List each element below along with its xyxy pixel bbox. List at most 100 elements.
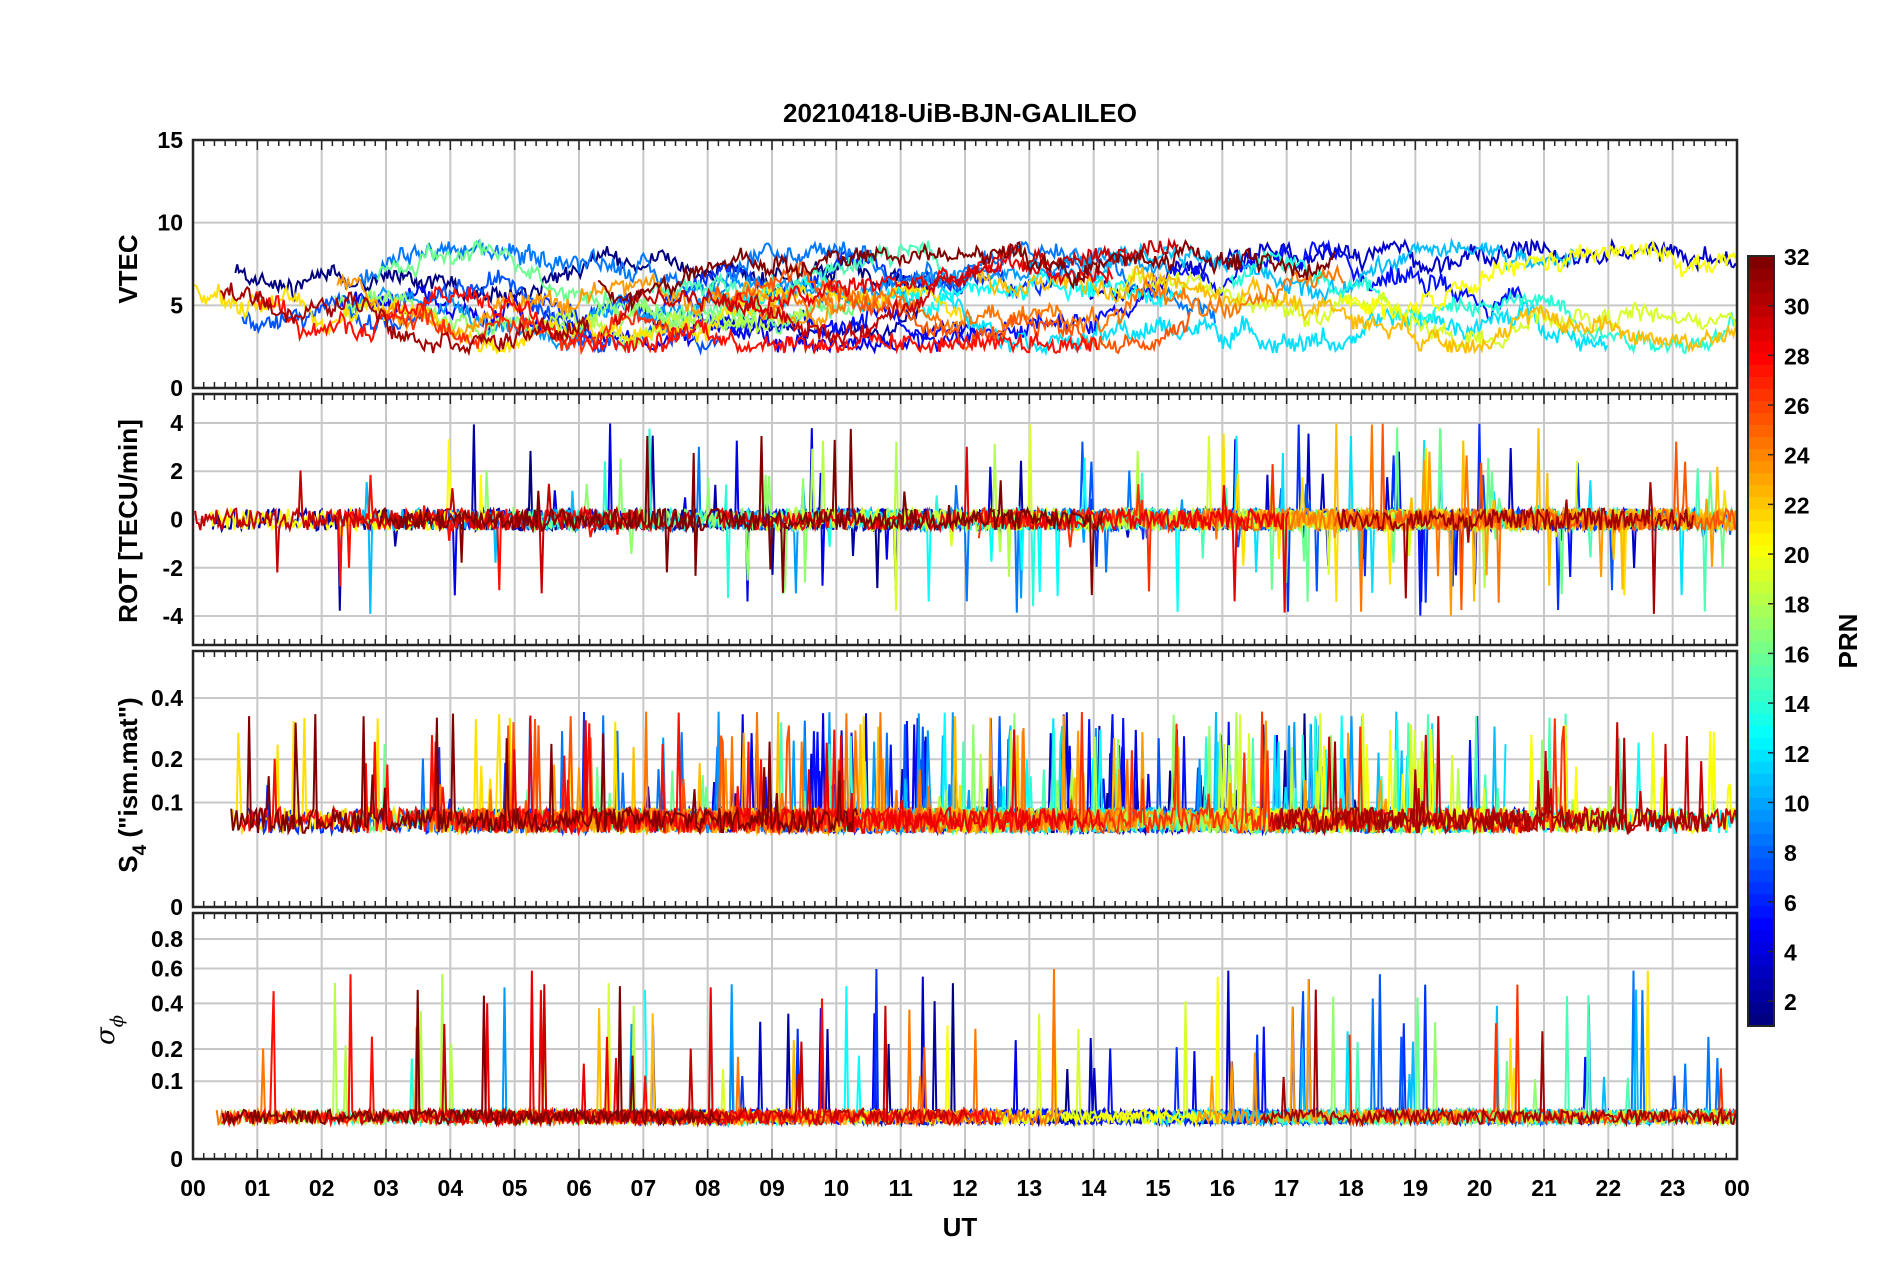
colorbar-band xyxy=(1748,616,1774,630)
x-tick-label: 02 xyxy=(309,1175,335,1201)
s4-label-sub: 4 xyxy=(130,844,151,855)
y-tick-label: 0.1 xyxy=(151,1068,183,1094)
y-tick-label: 0.6 xyxy=(151,955,183,981)
colorbar-band xyxy=(1748,1013,1774,1027)
y-tick-label: 0 xyxy=(170,375,183,401)
colorbar-band xyxy=(1748,713,1774,726)
y-tick-label: -4 xyxy=(163,603,184,629)
colorbar-band xyxy=(1748,737,1774,750)
colorbar-band xyxy=(1748,749,1774,762)
colorbar-bands xyxy=(1748,256,1774,1027)
x-axis-label: UT xyxy=(943,1212,978,1242)
colorbar-band xyxy=(1748,929,1774,943)
colorbar-band xyxy=(1748,653,1774,666)
chart-title: 20210418-UiB-BJN-GALILEO xyxy=(783,98,1137,128)
colorbar-tick-label: 28 xyxy=(1784,343,1810,369)
colorbar-band xyxy=(1748,316,1774,329)
y-tick-label: 0.1 xyxy=(151,789,183,815)
x-tick-label: 22 xyxy=(1596,1175,1622,1201)
colorbar-band xyxy=(1748,725,1774,738)
colorbar-tick-label: 30 xyxy=(1784,294,1810,320)
colorbar-label: PRN xyxy=(1833,614,1863,669)
y-tick-label: 0.2 xyxy=(151,746,183,772)
colorbar-band xyxy=(1748,496,1774,510)
y-tick-label: 0.8 xyxy=(151,926,183,952)
y-tick-label: 0 xyxy=(170,507,183,533)
colorbar-band xyxy=(1748,821,1774,835)
colorbar-band xyxy=(1748,797,1774,811)
colorbar-band xyxy=(1748,785,1774,799)
y-tick-label: -2 xyxy=(163,555,183,581)
colorbar-tick-label: 24 xyxy=(1784,443,1810,469)
x-tick-label: 16 xyxy=(1210,1175,1236,1201)
colorbar-band xyxy=(1748,641,1774,654)
colorbar-band xyxy=(1748,436,1774,450)
colorbar-band xyxy=(1748,833,1774,847)
sigma-label-sub: ϕ xyxy=(107,1015,128,1027)
x-tick-label: 19 xyxy=(1403,1175,1429,1201)
vtec-y-axis-label: VTEC xyxy=(113,234,143,304)
colorbar-tick-label: 14 xyxy=(1784,691,1810,717)
sigma-label-main: σ xyxy=(91,1026,121,1045)
colorbar-band xyxy=(1748,689,1774,702)
colorbar-band xyxy=(1748,857,1774,871)
colorbar-band xyxy=(1748,893,1774,907)
y-tick-label: 0 xyxy=(170,894,183,920)
colorbar-band xyxy=(1748,580,1774,594)
x-tick-label: 00 xyxy=(180,1175,206,1201)
colorbar-tick-label: 32 xyxy=(1784,244,1810,270)
x-tick-label: 13 xyxy=(1017,1175,1043,1201)
colorbar-band xyxy=(1748,544,1774,558)
s4-label-rest: ("ism.mat") xyxy=(113,697,143,844)
colorbar-tick-label: 18 xyxy=(1784,592,1810,618)
x-tick-label: 00 xyxy=(1724,1175,1750,1201)
y-tick-label: 0.4 xyxy=(151,990,183,1016)
x-tick-label: 23 xyxy=(1660,1175,1686,1201)
colorbar-tick-label: 20 xyxy=(1784,542,1810,568)
colorbar-band xyxy=(1748,869,1774,883)
x-tick-label: 04 xyxy=(438,1175,464,1201)
colorbar-tick-label: 6 xyxy=(1784,890,1797,916)
y-tick-label: 10 xyxy=(157,210,183,236)
colorbar-band xyxy=(1748,677,1774,690)
colorbar-band xyxy=(1748,508,1774,522)
y-tick-label: 5 xyxy=(170,292,183,318)
colorbar-band xyxy=(1748,953,1774,967)
y-tick-label: 0 xyxy=(170,1146,183,1172)
figure: 20210418-UiB-BJN-GALILEO 051015 -4-2024 … xyxy=(0,0,1902,1272)
y-tick-label: 0.4 xyxy=(151,685,183,711)
colorbar-tick-label: 2 xyxy=(1784,989,1797,1015)
colorbar-band xyxy=(1748,400,1774,414)
colorbar-band xyxy=(1748,388,1774,401)
x-tick-label: 07 xyxy=(631,1175,657,1201)
colorbar-tick-label: 8 xyxy=(1784,840,1797,866)
colorbar-band xyxy=(1748,484,1774,498)
colorbar-band xyxy=(1748,424,1774,438)
x-tick-label: 17 xyxy=(1274,1175,1300,1201)
colorbar-band xyxy=(1748,256,1774,269)
s4-label-main: S xyxy=(113,855,143,872)
x-tick-label: 03 xyxy=(373,1175,399,1201)
colorbar-band xyxy=(1748,628,1774,642)
colorbar-band xyxy=(1748,556,1774,570)
colorbar-band xyxy=(1748,352,1774,365)
colorbar-band xyxy=(1748,364,1774,377)
colorbar-tick-label: 10 xyxy=(1784,790,1810,816)
x-tick-label: 15 xyxy=(1145,1175,1171,1201)
colorbar-band xyxy=(1748,568,1774,582)
colorbar-band xyxy=(1748,965,1774,979)
x-tick-label: 09 xyxy=(759,1175,785,1201)
colorbar-band xyxy=(1748,941,1774,955)
colorbar-band xyxy=(1748,773,1774,786)
colorbar-band xyxy=(1748,665,1774,678)
colorbar-tick-label: 12 xyxy=(1784,741,1810,767)
colorbar-band xyxy=(1748,340,1774,353)
colorbar-band xyxy=(1748,472,1774,486)
colorbar-band xyxy=(1748,376,1774,389)
x-tick-label: 11 xyxy=(889,1175,914,1201)
colorbar-band xyxy=(1748,520,1774,534)
colorbar-band xyxy=(1748,977,1774,991)
y-tick-label: 0.2 xyxy=(151,1036,183,1062)
colorbar-band xyxy=(1748,412,1774,426)
colorbar-tick-label: 22 xyxy=(1784,492,1810,518)
